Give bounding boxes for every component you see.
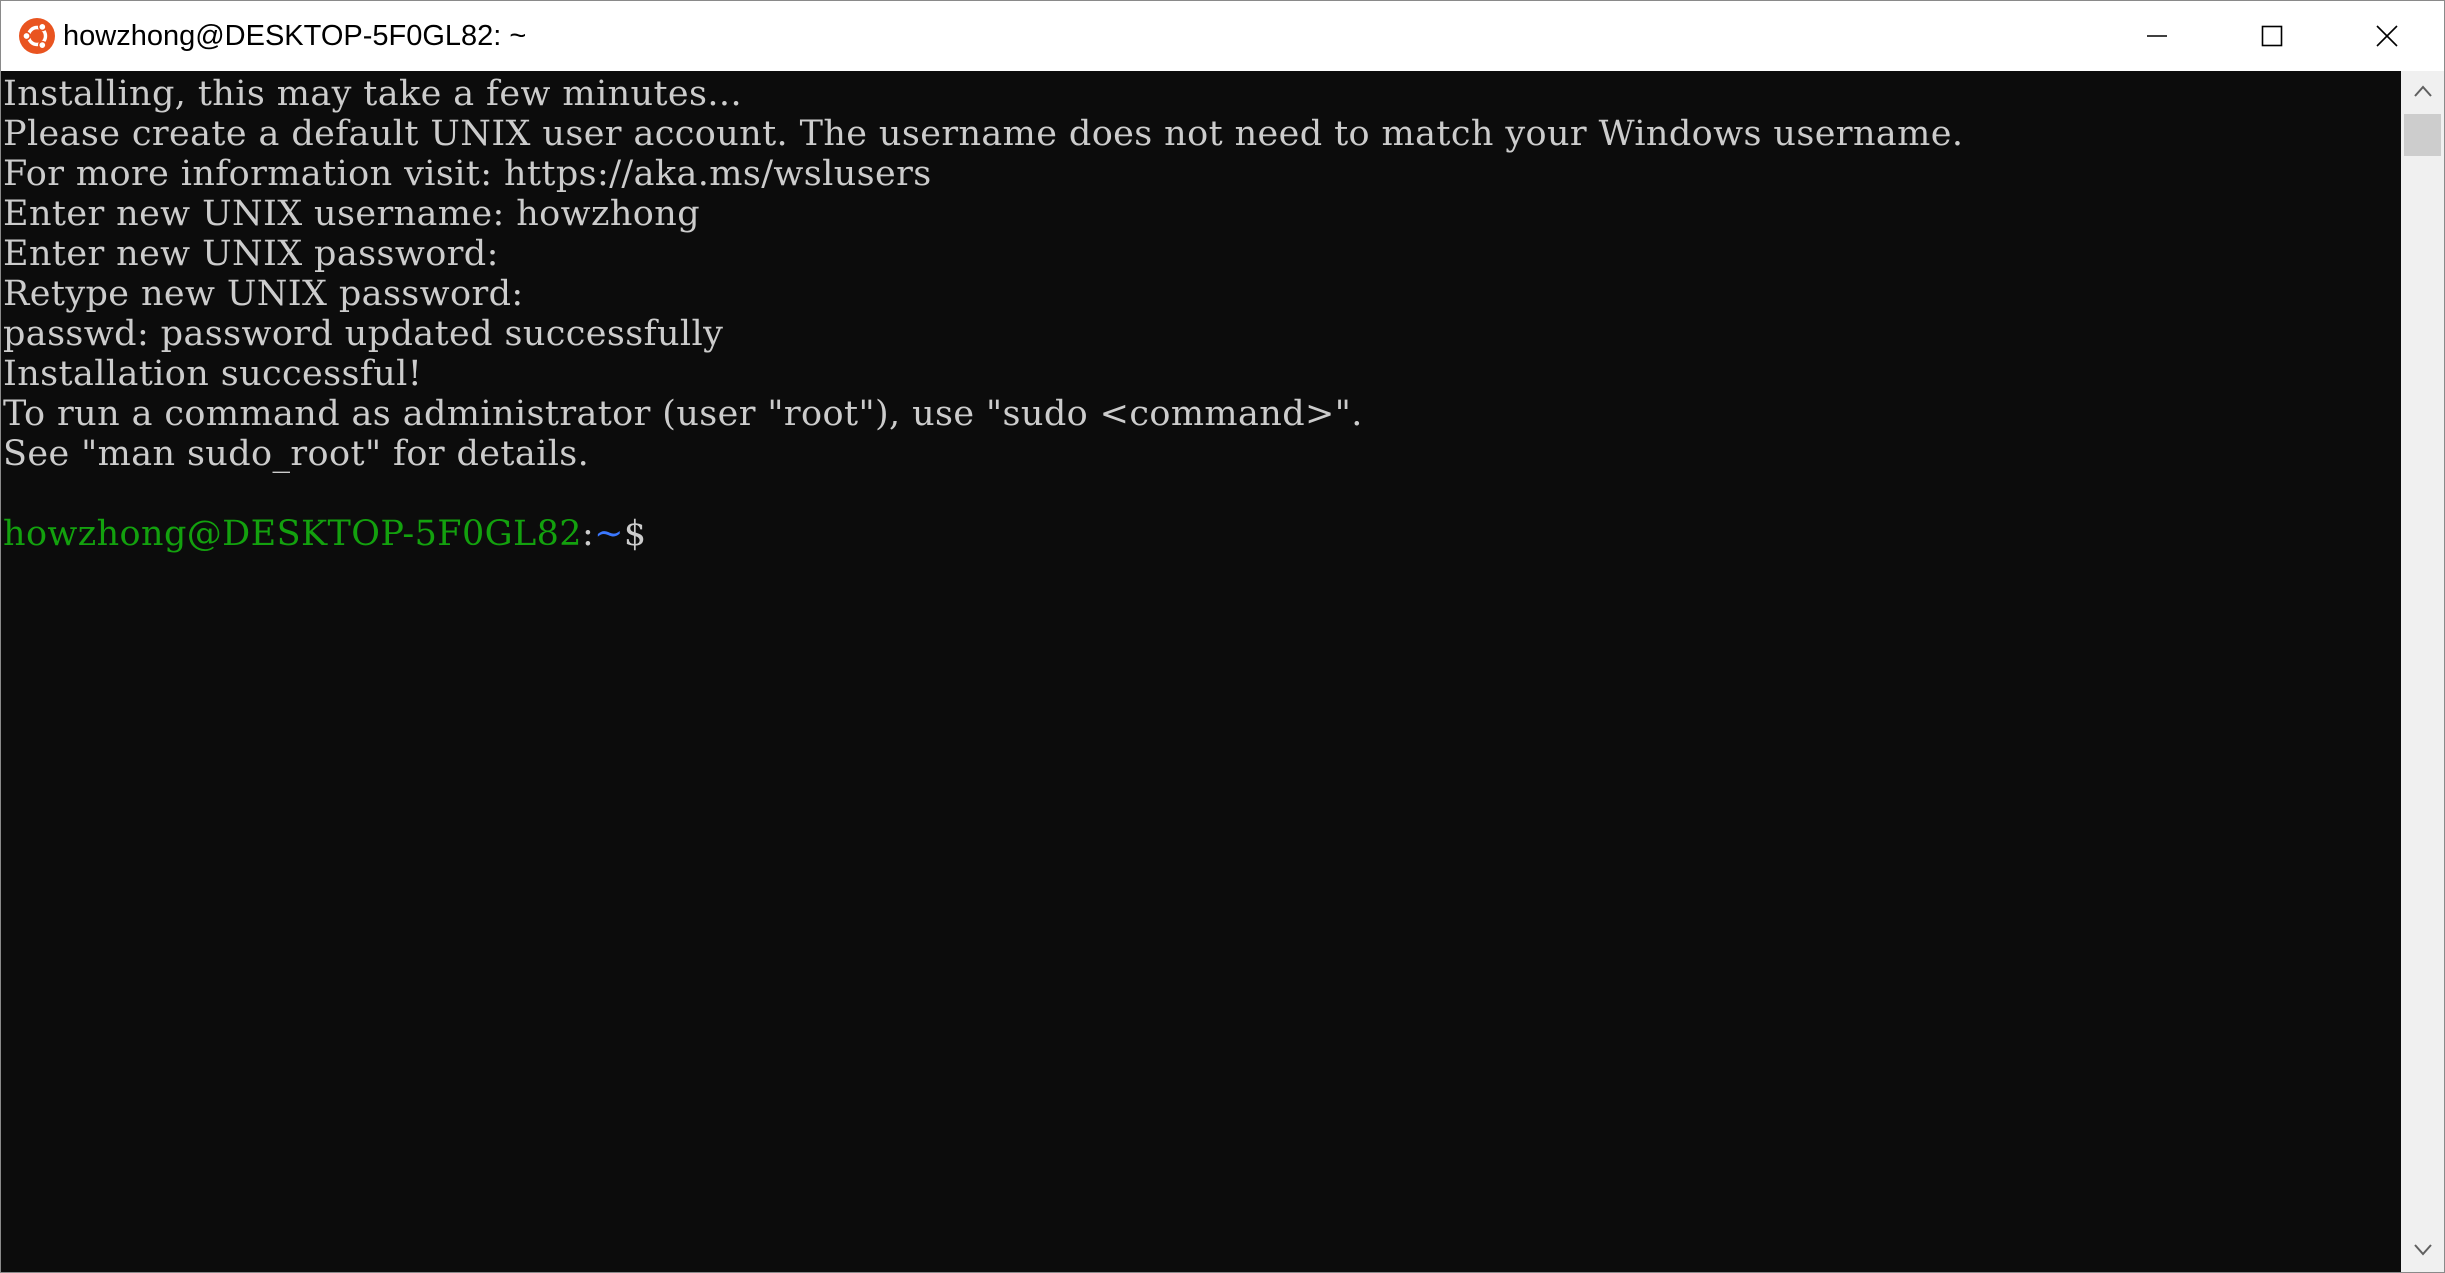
terminal-line: Enter new UNIX password: — [3, 234, 499, 274]
shell-prompt[interactable]: howzhong@DESKTOP-5F0GL82:~$ — [3, 514, 647, 554]
scroll-up-button[interactable] — [2401, 71, 2444, 114]
minimize-button[interactable] — [2099, 1, 2214, 71]
scroll-down-button[interactable] — [2401, 1230, 2444, 1272]
close-icon — [2375, 25, 2398, 47]
prompt-user-host: howzhong@DESKTOP-5F0GL82 — [3, 514, 582, 554]
window-title: howzhong@DESKTOP-5F0GL82: ~ — [63, 20, 527, 52]
title-bar[interactable]: howzhong@DESKTOP-5F0GL82: ~ — [1, 1, 2444, 71]
terminal-line: Please create a default UNIX user accoun… — [3, 114, 1964, 154]
terminal-line: To run a command as administrator (user … — [3, 394, 1363, 434]
ubuntu-icon[interactable] — [18, 17, 56, 55]
prompt-separator: : — [581, 514, 595, 554]
maximize-button[interactable] — [2214, 1, 2329, 71]
terminal-line: For more information visit: https://aka.… — [3, 154, 932, 194]
vertical-scrollbar[interactable] — [2401, 71, 2444, 1272]
terminal-window: howzhong@DESKTOP-5F0GL82: ~ Installing, … — [0, 0, 2445, 1273]
terminal-line: Enter new UNIX username: howzhong — [3, 194, 700, 234]
terminal-output[interactable]: Installing, this may take a few minutes.… — [1, 71, 2401, 1272]
close-button[interactable] — [2329, 1, 2444, 71]
minimize-icon — [2146, 25, 2168, 47]
chevron-up-icon — [2413, 84, 2432, 102]
prompt-path: ~ — [594, 514, 624, 554]
terminal-line: Installation successful! — [3, 354, 423, 394]
terminal-line: passwd: password updated successfully — [3, 314, 724, 354]
maximize-icon — [2261, 25, 2283, 47]
prompt-symbol: $ — [623, 514, 647, 554]
chevron-down-icon — [2413, 1243, 2432, 1261]
terminal-line: Retype new UNIX password: — [3, 274, 524, 314]
scroll-thumb[interactable] — [2404, 114, 2441, 156]
terminal-line: See "man sudo_root" for details. — [3, 434, 590, 474]
terminal-line: Installing, this may take a few minutes.… — [3, 74, 742, 114]
